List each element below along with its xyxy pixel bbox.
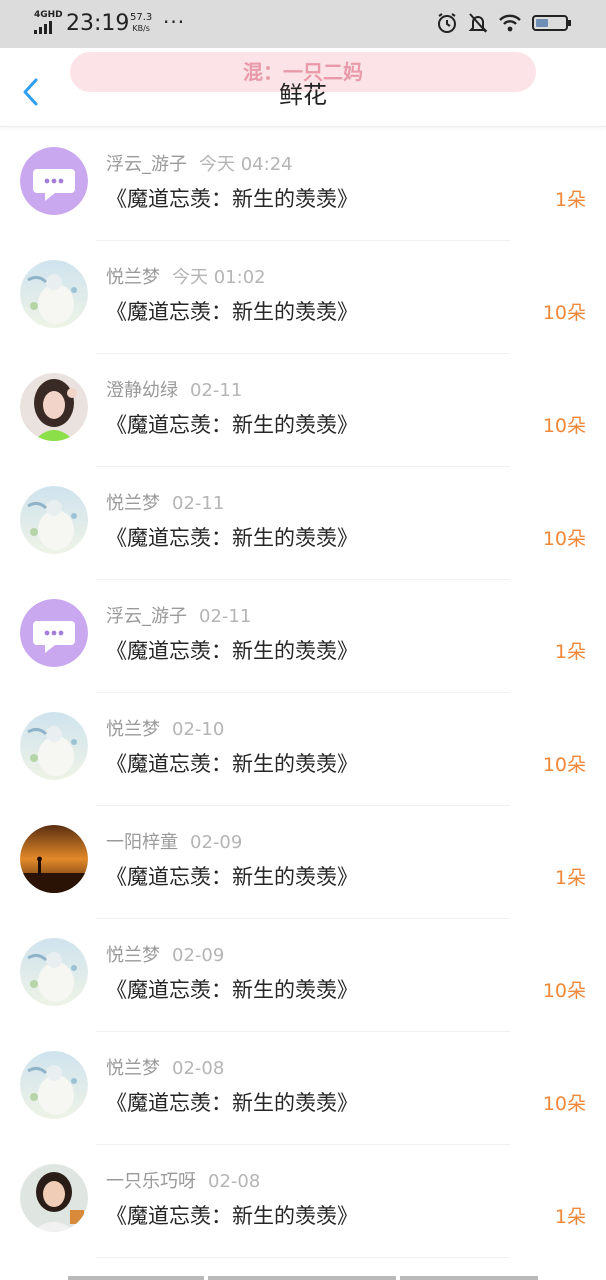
flower-count: 10朵 <box>542 1093 586 1115</box>
book-title[interactable]: 《魔道忘羡：新生的羡羡》 <box>106 298 358 326</box>
record-date: 02-11 <box>172 493 225 514</box>
flower-record-row[interactable]: 一阳梓童 02-09 《魔道忘羡：新生的羡羡》 1朵 <box>0 806 606 919</box>
record-date: 02-09 <box>190 832 243 853</box>
anime-art-avatar <box>20 1051 88 1119</box>
flower-record-row[interactable]: 悦兰梦 02-09 《魔道忘羡：新生的羡羡》 10朵 <box>0 919 606 1032</box>
record-meta: 悦兰梦 02-10 <box>106 718 224 742</box>
chat-bubble-icon <box>20 147 88 215</box>
username[interactable]: 悦兰梦 <box>106 267 160 288</box>
book-title[interactable]: 《魔道忘羡：新生的羡羡》 <box>106 411 358 439</box>
flower-count: 1朵 <box>554 641 586 663</box>
record-meta: 一只乐巧呀 02-08 <box>106 1170 260 1194</box>
record-meta: 浮云_游子 今天 04:24 <box>106 153 293 177</box>
flower-count: 10朵 <box>542 528 586 550</box>
flower-count: 10朵 <box>542 415 586 437</box>
speed-value: 57.3 <box>130 12 153 23</box>
record-meta: 浮云_游子 02-11 <box>106 605 251 629</box>
network-speed: 57.3 KB/s <box>130 12 152 34</box>
record-meta: 悦兰梦 02-09 <box>106 944 224 968</box>
page-title: 鲜花 <box>279 81 327 109</box>
username[interactable]: 浮云_游子 <box>106 606 187 627</box>
signal-icon <box>34 21 52 34</box>
mute-bell-icon <box>468 13 488 33</box>
anime-art-avatar <box>20 938 88 1006</box>
more-notifications-icon: ··· <box>163 10 186 34</box>
record-date: 02-11 <box>199 606 252 627</box>
avatar[interactable] <box>20 147 88 215</box>
anime-art-avatar <box>20 260 88 328</box>
avatar[interactable] <box>20 1051 88 1119</box>
record-date: 02-10 <box>172 719 225 740</box>
record-date: 今天 04:24 <box>199 154 293 175</box>
flower-record-row[interactable]: 悦兰梦 02-11 《魔道忘羡：新生的羡羡》 10朵 <box>0 467 606 580</box>
flower-count: 1朵 <box>554 1206 586 1228</box>
bottom-strip <box>0 1268 606 1280</box>
chevron-left-icon <box>23 78 38 106</box>
book-title[interactable]: 《魔道忘羡：新生的羡羡》 <box>106 976 358 1004</box>
sunset-photo-avatar <box>20 825 88 893</box>
avatar[interactable] <box>20 938 88 1006</box>
book-title[interactable]: 《魔道忘羡：新生的羡羡》 <box>106 863 358 891</box>
avatar[interactable] <box>20 260 88 328</box>
username[interactable]: 浮云_游子 <box>106 154 187 175</box>
book-title[interactable]: 《魔道忘羡：新生的羡羡》 <box>106 524 358 552</box>
flower-record-row[interactable]: 浮云_游子 02-11 《魔道忘羡：新生的羡羡》 1朵 <box>0 580 606 693</box>
book-title[interactable]: 《魔道忘羡：新生的羡羡》 <box>106 1089 358 1117</box>
record-meta: 悦兰梦 02-11 <box>106 492 224 516</box>
clock: 23:19 <box>66 11 130 36</box>
record-meta: 澄静幼绿 02-11 <box>106 379 242 403</box>
flower-record-row[interactable]: 悦兰梦 今天 01:02 《魔道忘羡：新生的羡羡》 10朵 <box>0 241 606 354</box>
avatar[interactable] <box>20 712 88 780</box>
flower-record-list: 浮云_游子 今天 04:24 《魔道忘羡：新生的羡羡》 1朵 悦兰梦 今天 01:0… <box>0 128 606 1258</box>
record-date: 今天 01:02 <box>172 267 266 288</box>
book-title[interactable]: 《魔道忘羡：新生的羡羡》 <box>106 637 358 665</box>
username[interactable]: 一只乐巧呀 <box>106 1171 196 1192</box>
speed-unit: KB/s <box>132 24 150 33</box>
network-type: 4GHD <box>34 10 63 20</box>
flower-record-row[interactable]: 悦兰梦 02-08 《魔道忘羡：新生的羡羡》 10朵 <box>0 1032 606 1145</box>
flower-record-row[interactable]: 一只乐巧呀 02-08 《魔道忘羡：新生的羡羡》 1朵 <box>0 1145 606 1258</box>
anime-art-avatar <box>20 486 88 554</box>
header: 混：一只二妈 鲜花 <box>0 48 606 127</box>
username[interactable]: 悦兰梦 <box>106 1058 160 1079</box>
username[interactable]: 澄静幼绿 <box>106 380 178 401</box>
book-title[interactable]: 《魔道忘羡：新生的羡羡》 <box>106 750 358 778</box>
flower-count: 10朵 <box>542 980 586 1002</box>
username[interactable]: 悦兰梦 <box>106 493 160 514</box>
chat-bubble-icon <box>20 599 88 667</box>
alarm-icon <box>438 13 456 33</box>
record-date: 02-08 <box>172 1058 225 1079</box>
book-title[interactable]: 《魔道忘羡：新生的羡羡》 <box>106 1202 358 1230</box>
back-button[interactable] <box>16 72 52 112</box>
battery-icon <box>532 15 571 31</box>
avatar[interactable] <box>20 599 88 667</box>
username[interactable]: 悦兰梦 <box>106 945 160 966</box>
avatar[interactable] <box>20 486 88 554</box>
avatar[interactable] <box>20 825 88 893</box>
flower-record-row[interactable]: 浮云_游子 今天 04:24 《魔道忘羡：新生的羡羡》 1朵 <box>0 128 606 241</box>
flower-record-row[interactable]: 悦兰梦 02-10 《魔道忘羡：新生的羡羡》 10朵 <box>0 693 606 806</box>
avatar[interactable] <box>20 1164 88 1232</box>
flower-count: 10朵 <box>542 754 586 776</box>
username[interactable]: 悦兰梦 <box>106 719 160 740</box>
woman-photo-avatar <box>20 1164 88 1232</box>
record-meta: 悦兰梦 02-08 <box>106 1057 224 1081</box>
girl-photo-avatar <box>20 373 88 441</box>
record-meta: 悦兰梦 今天 01:02 <box>106 266 266 290</box>
book-title[interactable]: 《魔道忘羡：新生的羡羡》 <box>106 185 358 213</box>
record-date: 02-08 <box>208 1171 261 1192</box>
flower-count: 1朵 <box>554 867 586 889</box>
wifi-icon <box>499 14 521 32</box>
flower-count: 1朵 <box>554 189 586 211</box>
flower-count: 10朵 <box>542 302 586 324</box>
record-date: 02-09 <box>172 945 225 966</box>
username[interactable]: 一阳梓童 <box>106 832 178 853</box>
record-meta: 一阳梓童 02-09 <box>106 831 242 855</box>
record-date: 02-11 <box>190 380 243 401</box>
flower-record-row[interactable]: 澄静幼绿 02-11 《魔道忘羡：新生的羡羡》 10朵 <box>0 354 606 467</box>
status-bar: 4GHD 23:19 57.3 KB/s ··· <box>0 0 606 48</box>
avatar[interactable] <box>20 373 88 441</box>
anime-art-avatar <box>20 712 88 780</box>
